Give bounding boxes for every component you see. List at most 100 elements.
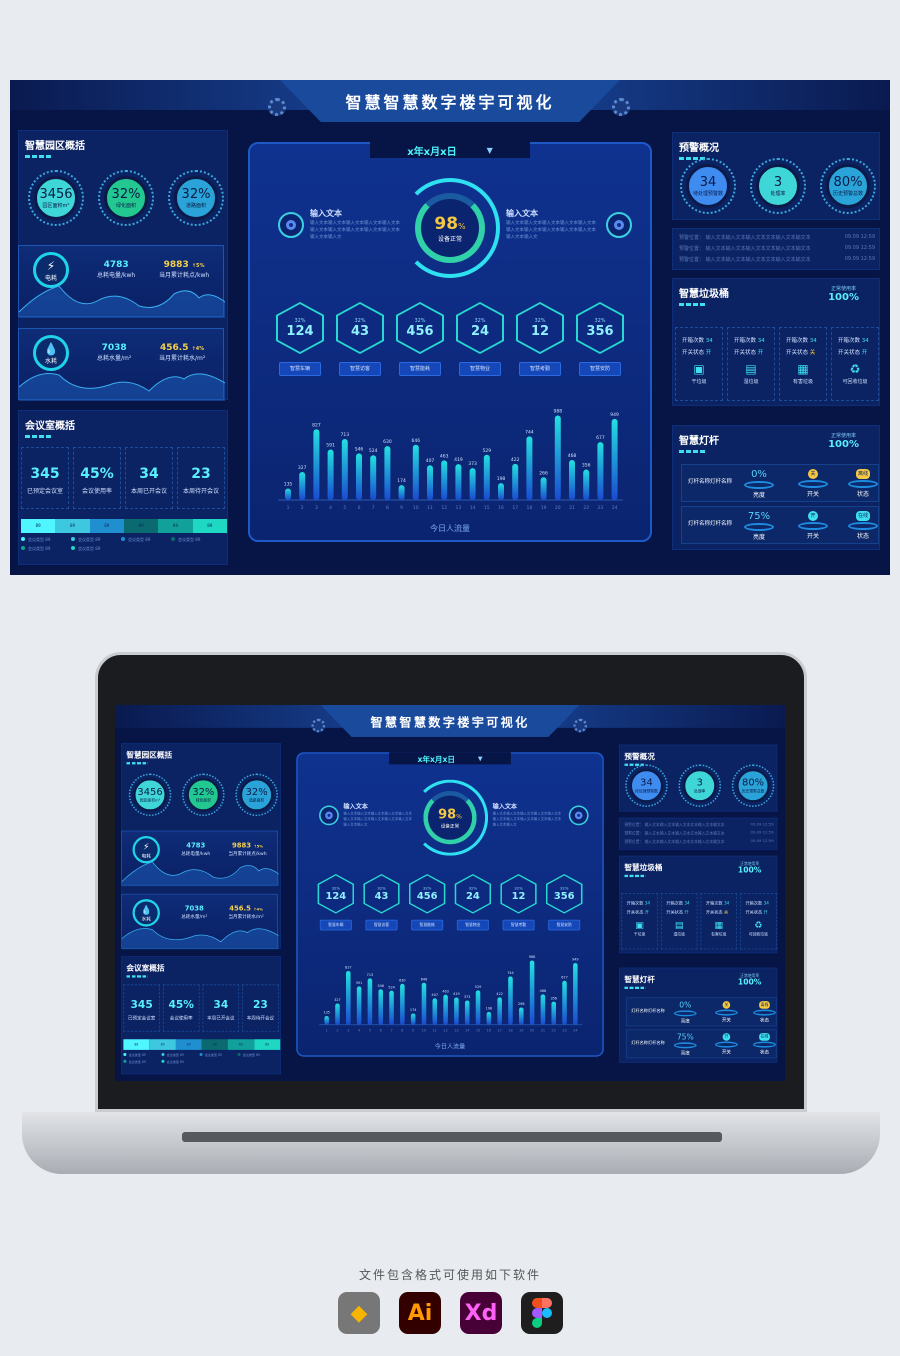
stat-label: 已预定会议室	[26, 488, 63, 495]
brightness-value: 0%	[751, 469, 767, 480]
data-label: 524	[369, 448, 378, 454]
bar	[573, 963, 578, 1025]
state-row: 开关状态 开	[734, 348, 768, 356]
legend-item: 会议类型 89	[199, 1052, 238, 1058]
hex-inner: 32% 124	[319, 875, 353, 913]
open-label: 开箱次数	[734, 338, 757, 344]
bar	[498, 483, 504, 500]
data-label: 419	[453, 992, 460, 996]
water-wave	[121, 928, 279, 950]
hex-button[interactable]: 智慧考勤	[519, 362, 561, 376]
gauge-unit: %	[456, 812, 462, 820]
date-selector[interactable]: x年x月x日 ▼	[370, 142, 530, 158]
status-label: 状态	[759, 1017, 770, 1024]
pad-base	[848, 480, 878, 488]
meeting-stat: 345 已预定会议室	[123, 984, 160, 1032]
hex-button[interactable]: 智慧访客	[339, 362, 381, 376]
bar	[398, 485, 405, 500]
bar	[412, 444, 419, 500]
legend-dot	[71, 546, 75, 550]
x-tick-label: 16	[498, 505, 504, 511]
warning-list: 预警位置： 输入文本输入文本输入文本文本输入文本输文本 09.09 12:59 预警…	[619, 817, 778, 850]
legend-dot	[171, 537, 175, 541]
laptop-base	[22, 1112, 880, 1174]
icon-label: 水耗	[141, 916, 151, 922]
hex-button[interactable]: 智慧车辆	[319, 919, 352, 931]
hex-button[interactable]: 智慧物业	[456, 919, 489, 931]
state-value: 关	[809, 350, 816, 356]
hex-button[interactable]: 智慧考勤	[502, 919, 535, 931]
status-gauge: 98% 设备正常	[400, 178, 500, 278]
data-label: 677	[596, 435, 605, 441]
hex-button[interactable]: 智慧能耗	[411, 919, 444, 931]
hex-button[interactable]: 智慧车辆	[279, 362, 321, 376]
meeting-panel: 会议室概括 89 89 89 89 89 89 会议类型 89 会议类型 89 会议类型 89…	[18, 410, 228, 565]
figma-icon	[521, 1292, 563, 1334]
hex-value: 12	[530, 323, 550, 339]
open-count-row: 开箱次数 34	[838, 336, 872, 344]
state-label: 开关状态	[745, 910, 763, 916]
wet-trash-icon: ▤	[745, 362, 757, 376]
status-label: 状态	[856, 491, 869, 498]
bar	[443, 994, 448, 1025]
x-tick-label: 13	[454, 1029, 458, 1033]
meeting-segment: 89	[21, 519, 56, 533]
date-selector[interactable]: x年x月x日 ▼	[389, 752, 511, 765]
pad-base	[753, 1041, 776, 1048]
legend-label: 会议类型 89	[28, 537, 51, 542]
page-title: 智慧智慧数字楼宇可视化	[370, 714, 530, 730]
warning-time: 09.09 12:59	[844, 256, 875, 262]
x-tick-label: 2	[301, 505, 304, 511]
meeting-stat: 34 本周已开会议	[202, 984, 240, 1032]
bar	[464, 1000, 470, 1025]
hex-button[interactable]: 智慧安防	[579, 362, 621, 376]
hex-button[interactable]: 智慧能耗	[399, 362, 441, 376]
stat-value: 345	[30, 466, 60, 482]
panel-title: 预警概况	[679, 139, 719, 160]
open-count: 34	[723, 901, 730, 907]
trend: ↑5%	[253, 844, 264, 849]
stat-ring-fill: 32% 绿化面积	[186, 778, 221, 812]
hex-button[interactable]: 智慧物业	[459, 362, 501, 376]
pad-base	[744, 523, 774, 531]
warning-text: 预警位置： 输入文本输入文本输入文本文本输入文本输文本	[624, 831, 725, 836]
hex-button[interactable]: 智慧安防	[548, 919, 581, 931]
hex-button[interactable]: 智慧访客	[365, 919, 398, 931]
stat-value: 34	[213, 998, 229, 1012]
data-label: 198	[497, 476, 506, 482]
stat-value: 34	[640, 776, 653, 789]
brightness-label: 亮度	[680, 1018, 690, 1025]
lamp-row: 灯杆名称灯杆名称 75% 亮度开开关 在线 状态	[681, 506, 879, 544]
label: 总耗水量/m²	[97, 355, 132, 362]
stat-label: 已预定会议室	[127, 1015, 156, 1021]
data-label: 630	[383, 439, 392, 445]
hex-inner: 32% 356	[547, 875, 581, 913]
stat-ring-fill: 34 待处理预警数	[686, 164, 730, 208]
data-label: 468	[540, 989, 547, 993]
open-count-row: 开箱次数 34	[682, 336, 716, 344]
open-count: 34	[705, 338, 713, 344]
x-tick-label: 24	[612, 505, 618, 511]
open-label: 开箱次数	[786, 338, 809, 344]
label: 总耗电量/kwh	[181, 851, 211, 857]
gauge-label: 设备正常	[437, 235, 462, 243]
x-tick-label: 14	[465, 1029, 469, 1033]
legend-label: 会议类型 89	[166, 1059, 184, 1064]
stat-ring-fill: 80% 历史预警总数	[736, 768, 770, 803]
data-label: 827	[312, 422, 321, 428]
data-label: 266	[518, 1002, 525, 1006]
warning-text: 预警位置： 输入文本输入文本输入文本文本输入文本输文本	[624, 823, 725, 828]
x-tick-label: 16	[487, 1029, 491, 1033]
gauge-value: 98	[434, 213, 459, 234]
stat-label: 待处理预警数	[635, 789, 658, 794]
water-total: 7038	[184, 905, 204, 913]
x-tick-label: 12	[441, 505, 447, 511]
electric-card: ⚡ 电耗 4783 总耗电量/kwh 9883 ↑5% 当月累计耗点/kwh	[121, 830, 279, 887]
x-tick-label: 11	[427, 505, 433, 511]
state-value: 开	[644, 910, 649, 916]
legend-item: 会议类型 89	[161, 1052, 199, 1058]
stat-ring-fill: 3 处理率	[683, 768, 717, 803]
data-label: 646	[412, 438, 421, 444]
bar	[378, 989, 384, 1025]
stat-value: 80%	[742, 776, 765, 789]
